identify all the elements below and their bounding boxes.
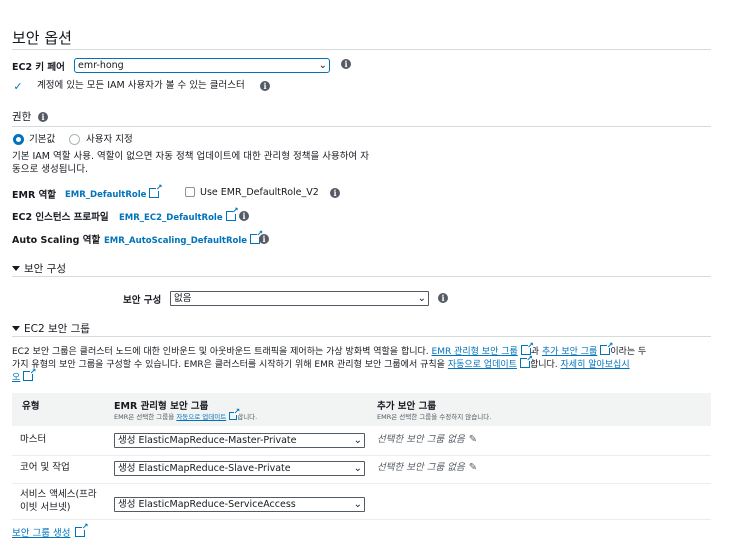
col-additional-header: 추가 보안 그룹	[377, 401, 437, 412]
chevron-down-icon: ⌄	[353, 499, 362, 510]
ec2-sg-description-line3: 오	[12, 366, 36, 384]
learn-more-link[interactable]: 자세히 알아보십시	[561, 360, 630, 370]
pencil-icon[interactable]: ✎	[469, 434, 477, 445]
row-divider	[12, 519, 711, 520]
pencil-icon[interactable]: ✎	[469, 462, 477, 473]
external-link-icon	[229, 407, 240, 420]
row-divider	[12, 455, 711, 456]
autoscaling-label: Auto Scaling 역할	[12, 235, 101, 246]
caret-down-icon	[12, 326, 20, 331]
ec2-key-pair-label: EC2 키 페어	[12, 62, 65, 73]
divider	[12, 49, 711, 50]
create-sg-link[interactable]: 보안 그룹 생성	[12, 522, 88, 539]
info-icon[interactable]: i	[341, 59, 351, 69]
external-link-icon	[519, 353, 533, 368]
ec2-profile-label: EC2 인스턴스 프로파일	[12, 212, 109, 223]
row-divider	[12, 483, 711, 484]
chevron-down-icon: ⌄	[353, 435, 362, 446]
permissions-description-line1: 기본 IAM 역할 사용. 역할이 없으면 자동 정책 업데이트에 대한 관리형…	[12, 151, 369, 162]
security-config-value: 없음	[174, 293, 192, 304]
emr-role-label: EMR 역할	[12, 190, 57, 201]
info-icon[interactable]: i	[438, 293, 448, 303]
check-icon: ✓	[13, 80, 23, 93]
permissions-default-label: 기본값	[29, 134, 56, 145]
external-link-icon	[75, 522, 88, 537]
row-core-type: 코어 및 작업	[20, 462, 70, 473]
ec2-key-pair-select[interactable]: emr-hong ⌄	[74, 58, 330, 73]
col-type-header: 유형	[22, 401, 40, 412]
permissions-custom-radio[interactable]	[69, 134, 80, 145]
use-v2-checkbox[interactable]	[185, 187, 195, 197]
ec2-sg-header[interactable]: EC2 보안 그룹	[12, 321, 90, 336]
ec2-sg-description-line2: 가지 유형의 보안 그룹을 구성할 수 있습니다. EMR은 클러스터를 시작하…	[12, 353, 630, 371]
security-config-label: 보안 구성	[123, 295, 162, 306]
master-additional-sg[interactable]: 선택한 보안 그룹 없음 ✎	[377, 434, 477, 446]
core-managed-sg-select[interactable]: 생성 ElasticMapReduce-Slave-Private ⌄	[114, 461, 365, 476]
master-managed-sg-select[interactable]: 생성 ElasticMapReduce-Master-Private ⌄	[114, 433, 365, 448]
ec2-key-pair-value: emr-hong	[78, 60, 124, 71]
divider	[12, 276, 711, 277]
row-service-access-type-line2: 이빗 서브넷)	[20, 502, 71, 513]
use-v2-label: Use EMR_DefaultRole_V2	[200, 187, 319, 198]
divider	[12, 126, 711, 127]
chevron-down-icon: ⌄	[318, 60, 327, 71]
core-additional-sg[interactable]: 선택한 보안 그룹 없음 ✎	[377, 462, 477, 474]
auto-update-link[interactable]: 자동으로 업데이트	[448, 360, 517, 370]
external-link-icon	[23, 366, 36, 381]
row-master-type: 마스터	[20, 434, 47, 445]
caret-down-icon	[12, 266, 20, 271]
permissions-custom-label: 사용자 지정	[86, 134, 133, 145]
permissions-title: 권한	[12, 111, 32, 123]
security-config-header[interactable]: 보안 구성	[12, 261, 66, 276]
security-config-select[interactable]: 없음 ⌄	[170, 291, 429, 306]
page-title: 보안 옵션	[12, 29, 72, 47]
external-link-icon	[149, 183, 162, 198]
ec2-sg-description-line1: EC2 보안 그룹은 클러스터 노드에 대한 인바운드 및 아웃바운드 트래픽을…	[12, 340, 717, 358]
external-link-icon	[600, 340, 613, 355]
row-service-access-type-line1: 서비스 액세스(프라	[20, 489, 97, 500]
info-icon[interactable]: i	[38, 112, 48, 122]
auto-update-link-small[interactable]: 자동으로 업데이트	[176, 413, 226, 421]
iam-visible-checkbox[interactable]: ✓	[13, 80, 23, 93]
additional-sg-link[interactable]: 추가 보안 그룹	[542, 347, 597, 357]
col-managed-subtext: EMR은 선택한 그룹을 자동으로 업데이트합니다.	[114, 407, 257, 421]
info-icon[interactable]: i	[330, 188, 340, 198]
service-access-managed-sg-select[interactable]: 생성 ElasticMapReduce-ServiceAccess ⌄	[114, 497, 365, 512]
permissions-default-radio[interactable]	[13, 134, 24, 145]
chevron-down-icon: ⌄	[353, 463, 362, 474]
divider	[12, 336, 711, 337]
iam-visible-label: 계정에 있는 모든 IAM 사용자가 볼 수 있는 클러스터	[37, 80, 245, 91]
emr-managed-sg-link[interactable]: EMR 관리형 보안 그룹	[432, 347, 518, 357]
ec2-profile-link[interactable]: EMR_EC2_DefaultRole	[119, 206, 239, 223]
chevron-down-icon: ⌄	[417, 293, 426, 304]
col-additional-subtext: EMR은 선택한 그룹을 수정하지 않습니다.	[377, 413, 492, 421]
info-icon[interactable]: i	[239, 211, 249, 221]
external-link-icon	[225, 206, 239, 221]
emr-role-link[interactable]: EMR_DefaultRole	[65, 183, 162, 200]
autoscaling-link[interactable]: EMR_AutoScaling_DefaultRole	[104, 229, 263, 246]
col-managed-header: EMR 관리형 보안 그룹	[114, 401, 209, 412]
learn-more-link-cont[interactable]: 오	[12, 373, 20, 383]
info-icon[interactable]: i	[260, 81, 270, 91]
permissions-description-line2: 동으로 생성됩니다.	[12, 164, 88, 175]
